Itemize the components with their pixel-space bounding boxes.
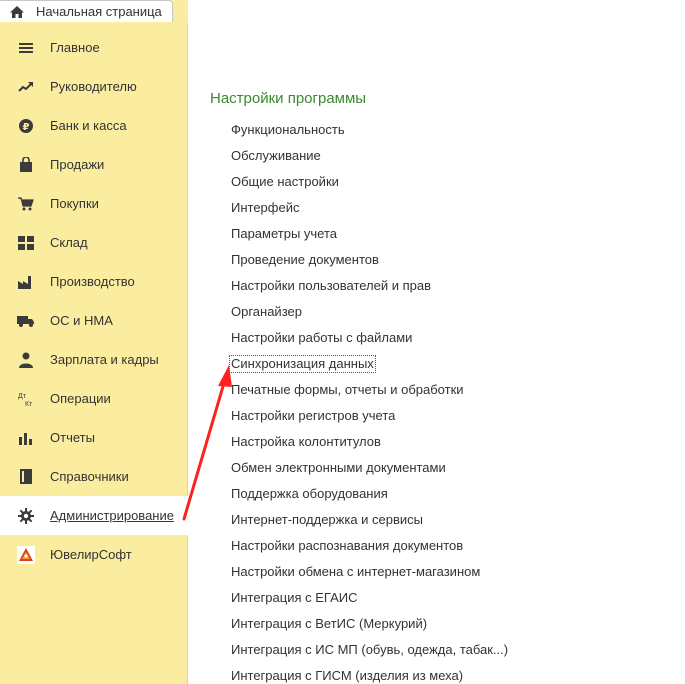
sidebar-item-label: Руководителю [50, 79, 137, 94]
settings-link[interactable]: Настройки работы с файлами [231, 330, 412, 346]
settings-link[interactable]: Обмен электронными документами [231, 460, 446, 476]
settings-link[interactable]: Настройки распознавания документов [231, 538, 463, 554]
svg-text:₽: ₽ [23, 122, 30, 133]
settings-link[interactable]: Настройки пользователей и прав [231, 278, 431, 294]
sidebar-item-7[interactable]: Производство [0, 262, 188, 301]
bar-chart-icon [17, 429, 35, 447]
settings-link[interactable]: Обслуживание [231, 148, 321, 164]
sidebar-item-6[interactable]: Склад [0, 223, 188, 262]
sidebar-item-label: Главное [50, 40, 100, 55]
sidebar-item-label: Зарплата и кадры [50, 352, 159, 367]
sidebar-item-label: Операции [50, 391, 111, 406]
menu-lines-icon [17, 39, 35, 57]
sidebar-item-1[interactable]: Главное [0, 28, 188, 67]
settings-link[interactable]: Интерфейс [231, 200, 299, 216]
sidebar-item-8[interactable]: ОС и НМА [0, 301, 188, 340]
settings-link[interactable]: Параметры учета [231, 226, 337, 242]
sidebar-item-4[interactable]: Продажи [0, 145, 188, 184]
settings-link[interactable]: Интеграция с ГИСМ (изделия из меха) [231, 668, 463, 684]
sidebar-item-label: Администрирование [50, 508, 174, 523]
settings-link[interactable]: Общие настройки [231, 174, 339, 190]
svg-text:Дт: Дт [18, 393, 27, 400]
person-icon [17, 351, 35, 369]
sidebar-item-9[interactable]: Зарплата и кадры [0, 340, 188, 379]
sidebar-item-label: ЮвелирСофт [50, 547, 132, 562]
sidebar-item-label: Продажи [50, 157, 105, 172]
settings-link[interactable]: Интернет-поддержка и сервисы [231, 512, 423, 528]
settings-link[interactable]: Синхронизация данных [229, 355, 376, 373]
sidebar-item-label: ОС и НМА [50, 313, 113, 328]
sidebar-item-label: Склад [50, 235, 88, 250]
svg-text:Кт: Кт [25, 401, 33, 407]
sidebar-item-2[interactable]: Руководителю [0, 67, 188, 106]
settings-link[interactable]: Настройка колонтитулов [231, 434, 381, 450]
ruble-coin-icon: ₽ [17, 117, 35, 135]
sidebar-item-label: Банк и касса [50, 118, 127, 133]
sidebar-item-5[interactable]: Покупки [0, 184, 188, 223]
truck-icon [17, 312, 35, 330]
sidebar-item-label: Покупки [50, 196, 99, 211]
sidebar-item-10[interactable]: Дт Кт Операции [0, 379, 188, 418]
jeweler-logo-icon [17, 545, 35, 564]
settings-link[interactable]: Интеграция с ВетИС (Меркурий) [231, 616, 427, 632]
settings-link[interactable]: Настройки регистров учета [231, 408, 395, 424]
settings-link[interactable]: Настройки обмена с интернет-магазином [231, 564, 480, 580]
sidebar-item-3[interactable]: ₽ Банк и касса [0, 106, 188, 145]
tab-home-label: Начальная страница [36, 4, 162, 19]
tab-bar: Начальная страница [0, 0, 188, 23]
sidebar-item-12[interactable]: Справочники [0, 457, 188, 496]
sidebar-item-14[interactable]: ЮвелирСофт [0, 535, 188, 574]
book-icon [17, 468, 35, 486]
factory-icon [17, 273, 35, 291]
tab-home[interactable]: Начальная страница [0, 0, 173, 22]
home-icon [8, 4, 26, 20]
settings-link[interactable]: Проведение документов [231, 252, 379, 268]
dt-kt-icon: Дт Кт [17, 390, 35, 408]
sidebar-item-label: Отчеты [50, 430, 95, 445]
settings-link[interactable]: Печатные формы, отчеты и обработки [231, 382, 464, 398]
cart-icon [17, 195, 35, 213]
settings-link[interactable]: Функциональность [231, 122, 345, 138]
settings-link[interactable]: Поддержка оборудования [231, 486, 388, 502]
sidebar: Главное Руководителю ₽ Банк и касса Продажи П… [0, 23, 189, 684]
sidebar-item-label: Производство [50, 274, 135, 289]
trend-up-icon [17, 78, 35, 96]
warehouse-icon [17, 234, 35, 252]
shopping-bag-icon [17, 156, 35, 174]
settings-link[interactable]: Интеграция с ИС МП (обувь, одежда, табак… [231, 642, 508, 658]
page-title: Настройки программы [210, 90, 367, 107]
gear-icon [17, 507, 35, 525]
settings-link[interactable]: Органайзер [231, 304, 302, 320]
sidebar-item-11[interactable]: Отчеты [0, 418, 188, 457]
sidebar-item-label: Справочники [50, 469, 129, 484]
sidebar-item-13[interactable]: Администрирование [0, 496, 189, 535]
settings-link[interactable]: Интеграция с ЕГАИС [231, 590, 357, 606]
